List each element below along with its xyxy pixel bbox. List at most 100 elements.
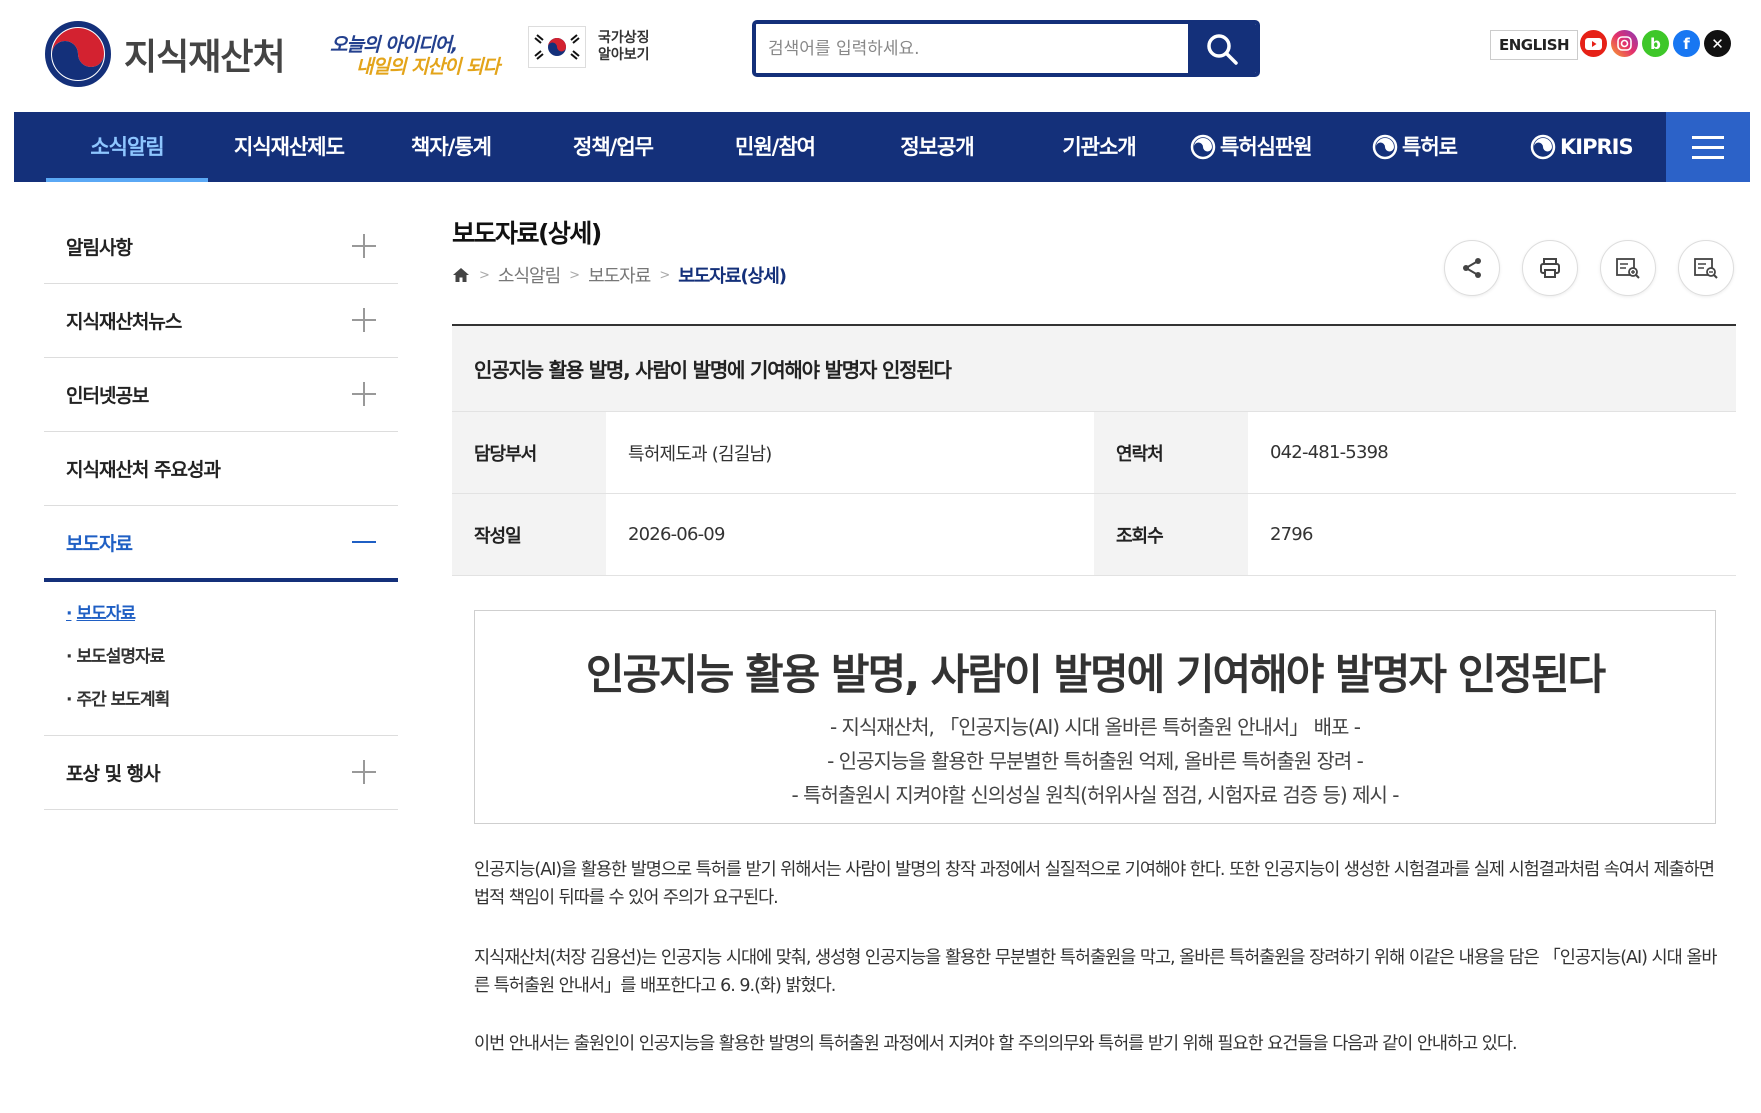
- zoom-in-button[interactable]: [1600, 240, 1656, 296]
- home-icon[interactable]: [452, 267, 470, 283]
- hamburger-icon-line: [1692, 135, 1724, 139]
- slogan: 오늘의 아이디어, 내일의 지산이 되다: [330, 26, 502, 78]
- breadcrumb-item[interactable]: 소식알림: [498, 262, 561, 288]
- taegeuk-small-icon: [1530, 134, 1556, 160]
- print-icon: [1540, 258, 1560, 278]
- sidebar-item-internet-gazette[interactable]: 인터넷공보: [44, 358, 398, 432]
- youtube-icon[interactable]: [1580, 30, 1607, 57]
- sidebar-item-label: 지식재산처뉴스: [66, 311, 182, 333]
- social-links: b f ✕: [1580, 30, 1731, 57]
- nav-link-ip-tribunal[interactable]: 특허심판원: [1190, 112, 1313, 182]
- hamburger-menu-button[interactable]: [1666, 112, 1750, 182]
- plus-icon: [352, 308, 376, 332]
- sidebar-item-notices[interactable]: 알림사항: [44, 210, 398, 284]
- nav-link-label: KIPRIS: [1560, 135, 1634, 159]
- nav-item-ip-system[interactable]: 지식재산제도: [208, 112, 370, 182]
- article-headline: 인공지능 활용 발명, 사람이 발명에 기여해야 발명자 인정된다: [585, 650, 1606, 699]
- taegeuk-small-icon: [1190, 134, 1216, 160]
- nav-item-disclosure[interactable]: 정보공개: [856, 112, 1018, 182]
- x-icon[interactable]: ✕: [1704, 30, 1731, 57]
- taegeuk-logo-icon: [45, 21, 111, 87]
- dept-value: 특허제도과 (김길남): [628, 443, 772, 465]
- article-subhead: - 특허출원시 지켜야할 신의성실 원칙(허위사실 점검, 시험자료 검증 등)…: [791, 783, 1400, 807]
- nav-item-about[interactable]: 기관소개: [1018, 112, 1180, 182]
- sidebar: 알림사항 지식재산처뉴스 인터넷공보 지식재산처 주요성과 보도자료 보도자료 …: [44, 210, 398, 810]
- dept-label: 담당부서: [452, 412, 606, 493]
- article-lead-box: 인공지능 활용 발명, 사람이 발명에 기여해야 발명자 인정된다 - 지식재산…: [474, 610, 1716, 824]
- sidebar-item-achievements[interactable]: 지식재산처 주요성과: [44, 432, 398, 506]
- contact-label: 연락처: [1094, 412, 1248, 493]
- search-box: [752, 20, 1260, 77]
- sidebar-item-label: 포상 및 행사: [66, 763, 161, 785]
- contact-value: 042-481-5398: [1270, 442, 1389, 463]
- chevron-right-icon: >: [479, 267, 490, 283]
- national-symbols-label: 국가상징 알아보기: [598, 30, 650, 63]
- nav-link-patent-ro[interactable]: 특허로: [1372, 112, 1458, 182]
- facebook-icon[interactable]: f: [1673, 30, 1700, 57]
- english-button[interactable]: ENGLISH: [1490, 30, 1579, 60]
- slogan-line2: 내일의 지산이 되다: [356, 56, 500, 78]
- article-subhead: - 지식재산처, 「인공지능(AI) 시대 올바른 특허출원 안내서」 배포 -: [829, 715, 1361, 739]
- search-icon: [1207, 33, 1238, 65]
- sidebar-item-label: 지식재산처 주요성과: [66, 459, 221, 481]
- detail-row: 작성일 2026-06-09 조회수 2796: [452, 494, 1736, 576]
- nav-active-indicator: [46, 178, 208, 182]
- blog-icon[interactable]: b: [1642, 30, 1669, 57]
- site-logo[interactable]: 지식재산처: [44, 20, 286, 88]
- hamburger-icon-line: [1692, 155, 1724, 159]
- breadcrumb-item[interactable]: 보도자료: [588, 262, 651, 288]
- sub-item-press-explanations[interactable]: 보도설명자료: [66, 645, 398, 688]
- site-header: 지식재산처 오늘의 아이디어, 내일의 지산이 되다 국가상징 알아보기 검색어…: [0, 0, 1761, 112]
- share-icon: [1463, 258, 1481, 278]
- share-button[interactable]: [1444, 240, 1500, 296]
- minus-icon: [352, 530, 376, 554]
- views-value: 2796: [1270, 524, 1313, 545]
- search-input[interactable]: [756, 24, 1188, 73]
- nav-item-news[interactable]: 소식알림: [46, 112, 208, 182]
- zoom-out-button[interactable]: [1678, 240, 1734, 296]
- breadcrumb: > 소식알림 > 보도자료 > 보도자료(상세): [452, 262, 787, 288]
- print-button[interactable]: [1522, 240, 1578, 296]
- nav-item-civil[interactable]: 민원/참여: [694, 112, 856, 182]
- instagram-icon[interactable]: [1611, 30, 1638, 57]
- nav-item-books-stats[interactable]: 책자/통계: [370, 112, 532, 182]
- search-button[interactable]: [1188, 24, 1256, 73]
- sidebar-item-label: 보도자료: [66, 532, 133, 555]
- detail-table: 인공지능 활용 발명, 사람이 발명에 기여해야 발명자 인정된다 담당부서 특…: [452, 324, 1736, 576]
- article-paragraph: 이번 안내서는 출원인이 인공지능을 활용한 발명의 특허출원 과정에서 지켜야…: [474, 1034, 1518, 1054]
- sidebar-item-label: 인터넷공보: [66, 385, 149, 407]
- sidebar-item-awards-events[interactable]: 포상 및 행사: [44, 736, 398, 810]
- sidebar-sub-list: 보도자료 보도설명자료 주간 보도계획: [44, 582, 398, 736]
- nav-link-label: 특허심판원: [1220, 135, 1313, 159]
- article-paragraph: 인공지능(AI)을 활용한 발명으로 특허를 받기 위해서는 사람이 발명의 창…: [474, 860, 1715, 908]
- sub-item-weekly-plan[interactable]: 주간 보도계획: [66, 688, 398, 731]
- logo-text: 지식재산처: [124, 37, 286, 78]
- nav-link-kipris[interactable]: KIPRIS: [1530, 112, 1634, 182]
- article-subhead: - 인공지능을 활용한 무분별한 특허출원 억제, 올바른 특허출원 장려 -: [827, 749, 1364, 773]
- plus-icon: [352, 760, 376, 784]
- zoom-out-icon: [1694, 258, 1718, 279]
- breadcrumb-current: 보도자료(상세): [678, 266, 787, 287]
- main-nav: 소식알림 지식재산제도 책자/통계 정책/업무 민원/참여 정보공개 기관소개 …: [14, 112, 1750, 182]
- date-label: 작성일: [452, 494, 606, 575]
- sub-item-press-releases[interactable]: 보도자료: [66, 602, 398, 645]
- nav-item-policy[interactable]: 정책/업무: [532, 112, 694, 182]
- views-label: 조회수: [1094, 494, 1248, 575]
- article-paragraph: 지식재산처(처장 김용선)는 인공지능 시대에 맞춰, 생성형 인공지능을 활용…: [474, 948, 1718, 996]
- chevron-right-icon: >: [569, 267, 580, 283]
- page-title: 보도자료(상세): [452, 219, 602, 248]
- taegeuk-small-icon: [1372, 134, 1398, 160]
- article-subheads: - 지식재산처, 「인공지능(AI) 시대 올바른 특허출원 안내서」 배포 -…: [475, 710, 1715, 812]
- detail-row: 담당부서 특허제도과 (김길남) 연락처 042-481-5398: [452, 412, 1736, 494]
- detail-title: 인공지능 활용 발명, 사람이 발명에 기여해야 발명자 인정된다: [452, 326, 1736, 412]
- date-value: 2026-06-09: [628, 524, 725, 545]
- korean-flag-icon: [528, 26, 586, 68]
- sidebar-item-news[interactable]: 지식재산처뉴스: [44, 284, 398, 358]
- plus-icon: [352, 382, 376, 406]
- sidebar-item-press-releases[interactable]: 보도자료: [44, 506, 398, 582]
- zoom-in-icon: [1616, 258, 1640, 279]
- plus-icon: [352, 234, 376, 258]
- page-tools: [1444, 240, 1734, 296]
- national-symbols-link[interactable]: 국가상징 알아보기: [528, 26, 662, 68]
- nav-link-label: 특허로: [1402, 135, 1458, 159]
